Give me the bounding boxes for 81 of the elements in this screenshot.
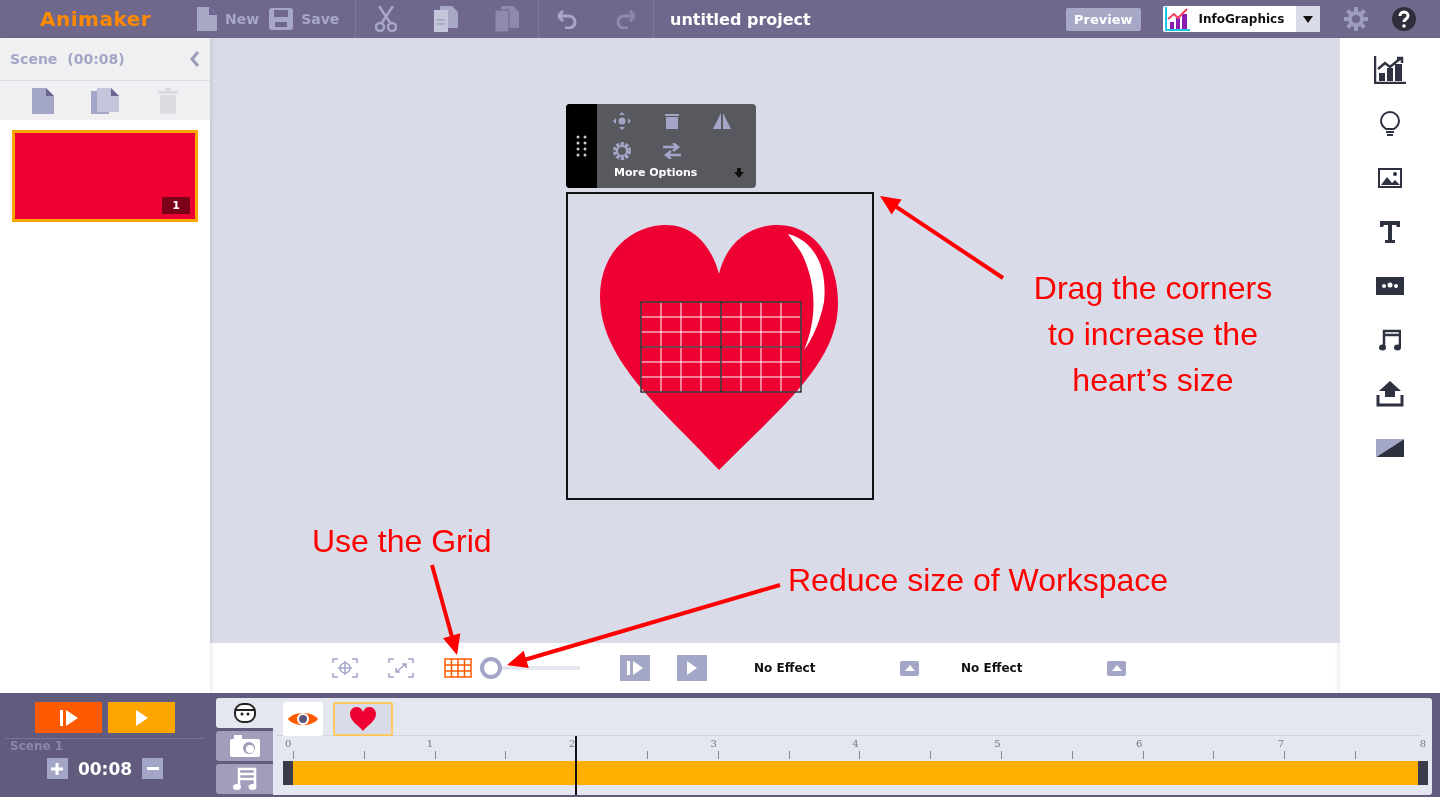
- copy-icon[interactable]: [434, 6, 458, 32]
- play-from-icon: [627, 661, 643, 675]
- face-icon: [232, 703, 257, 723]
- play-scene-button[interactable]: [620, 655, 650, 681]
- ruler-label: 8: [1419, 738, 1426, 749]
- selection-box[interactable]: [566, 192, 874, 500]
- decrease-button[interactable]: [142, 758, 164, 779]
- increase-button[interactable]: [46, 758, 68, 779]
- effect-label: No Effect: [753, 661, 817, 675]
- center-icon[interactable]: [332, 658, 358, 678]
- playhead[interactable]: [574, 736, 577, 795]
- floppy-icon: [269, 8, 294, 30]
- ruler-label: 3: [710, 738, 717, 749]
- grid-icon[interactable]: [444, 658, 472, 678]
- more-options-label[interactable]: More Options: [614, 166, 698, 179]
- camera-icon: [229, 735, 260, 757]
- flip-icon[interactable]: [713, 113, 731, 129]
- document-icon: [195, 7, 217, 31]
- play-from-icon: [59, 709, 78, 726]
- play-button[interactable]: [677, 655, 707, 681]
- chart-icon[interactable]: [1374, 56, 1406, 84]
- background-icon[interactable]: [1376, 439, 1404, 457]
- minus-icon: [146, 767, 159, 770]
- heart-drawing[interactable]: [600, 225, 838, 470]
- move-icon[interactable]: [613, 112, 631, 130]
- ruler-label: 0: [285, 738, 292, 749]
- down-arrow-icon[interactable]: [734, 167, 744, 178]
- scissors-icon[interactable]: [374, 6, 397, 32]
- caret-up-icon: [904, 665, 915, 671]
- bar-handle[interactable]: [1418, 761, 1428, 785]
- duration-text: 00:08: [77, 758, 133, 779]
- effect-toggle-button[interactable]: [900, 660, 919, 676]
- lightbulb-icon[interactable]: [1380, 111, 1400, 137]
- timeline-tab[interactable]: [216, 698, 273, 728]
- undo-icon[interactable]: [557, 9, 578, 29]
- heart-icon: [350, 707, 376, 731]
- scene-thumbnail[interactable]: 1: [12, 130, 198, 222]
- ruler-label: 6: [1135, 738, 1143, 749]
- help-icon[interactable]: [1391, 7, 1416, 31]
- play-scene-button[interactable]: [35, 702, 102, 733]
- annotation-text: Use the Grid: [312, 522, 492, 561]
- drag-handle-icon[interactable]: [575, 135, 588, 157]
- upload-icon[interactable]: [1376, 381, 1404, 407]
- duplicate-scene-icon[interactable]: [91, 87, 121, 114]
- slider-thumb[interactable]: [480, 657, 502, 679]
- bar-chart-icon: [1164, 7, 1191, 31]
- category-dropdown[interactable]: InfoGraphics: [1162, 6, 1320, 32]
- settings-icon[interactable]: [613, 142, 631, 160]
- bar-handle[interactable]: [283, 761, 293, 785]
- stars-banner-icon[interactable]: [1376, 277, 1404, 295]
- delete-icon[interactable]: [665, 113, 679, 129]
- music-note-icon: [232, 767, 257, 791]
- play-icon: [687, 661, 697, 675]
- swap-icon[interactable]: [663, 143, 681, 159]
- music-note-icon[interactable]: [1379, 329, 1401, 351]
- caret-up-icon: [1111, 665, 1122, 671]
- ruler-label: 2: [568, 738, 576, 749]
- ruler-label: 4: [852, 738, 859, 749]
- fit-screen-icon[interactable]: [388, 658, 414, 678]
- text-tool-icon[interactable]: [1380, 221, 1400, 243]
- image-icon[interactable]: [1378, 168, 1402, 188]
- scene-duration: (00:08): [67, 51, 125, 67]
- timeline-item[interactable]: [333, 702, 393, 736]
- eye-icon: [288, 710, 318, 728]
- collapse-icon[interactable]: [190, 51, 200, 67]
- play-button[interactable]: [108, 702, 175, 733]
- plus-icon: [51, 762, 64, 775]
- timeline-item[interactable]: [283, 702, 323, 736]
- ruler-label: 7: [1277, 738, 1285, 749]
- add-scene-icon[interactable]: [32, 87, 55, 114]
- effect-toggle-button[interactable]: [1107, 660, 1126, 676]
- play-icon: [135, 709, 148, 726]
- scene-title: Scene: [10, 51, 58, 67]
- annotation-text: Drag the corners to increase the heart’s size: [1032, 269, 1274, 400]
- ruler-label: 5: [994, 738, 1001, 749]
- ruler-label: 1: [426, 738, 434, 749]
- effect-label: No Effect: [960, 661, 1024, 675]
- annotation-text: Reduce size of Workspace: [788, 561, 1169, 600]
- caret-icon: [1302, 15, 1313, 23]
- scene-number: 1: [162, 197, 190, 214]
- project-title[interactable]: untitled project: [670, 9, 1066, 29]
